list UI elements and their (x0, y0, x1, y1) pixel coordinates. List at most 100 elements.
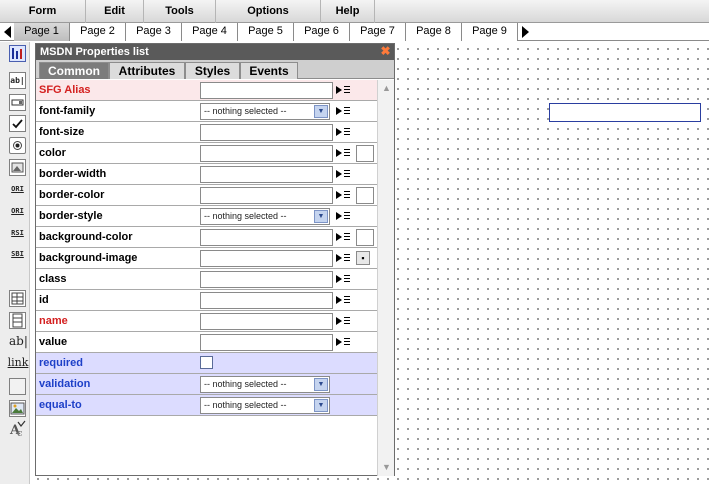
frame-icon[interactable] (9, 378, 26, 395)
menu-edit[interactable]: Edit (86, 0, 144, 23)
menu-options[interactable]: Options (216, 0, 321, 23)
panel-title-bar[interactable]: MSDN Properties list ✖ (36, 44, 394, 60)
label-text-icon[interactable]: ab| (9, 334, 28, 351)
property-rows: SFG Alias font-family -- nothing selected … (36, 80, 378, 416)
ori-field-2-icon[interactable]: ORI (9, 204, 26, 221)
color-swatch[interactable] (356, 145, 374, 162)
chevron-down-icon[interactable]: ▼ (314, 399, 328, 412)
panel-title: MSDN Properties list (40, 46, 149, 58)
property-input[interactable] (200, 166, 333, 183)
form-properties-icon[interactable] (9, 45, 26, 62)
property-input[interactable] (200, 145, 333, 162)
page-prev-arrow-icon[interactable] (0, 23, 14, 41)
image-icon[interactable] (9, 400, 26, 417)
property-input[interactable] (200, 271, 333, 288)
property-input[interactable] (200, 334, 333, 351)
tab-styles[interactable]: Styles (185, 62, 240, 79)
menu-bar: Form Edit Tools Options Help (0, 0, 709, 23)
menu-bar-filler (375, 0, 709, 23)
page-tab-1[interactable]: Page 1 (14, 23, 70, 41)
placed-text-field[interactable] (549, 103, 701, 122)
property-select[interactable]: -- nothing selected -- ▼ (200, 397, 330, 414)
property-row-font-size: font-size (36, 122, 378, 143)
property-row-border-style: border-style -- nothing selected -- ▼ (36, 206, 378, 227)
value-picker-icon[interactable] (336, 230, 351, 244)
property-label: background-color (39, 231, 133, 243)
label-text-icon-label: ab| (9, 334, 28, 348)
value-picker-icon[interactable] (336, 335, 351, 349)
close-icon[interactable]: ✖ (380, 45, 391, 57)
ori-field-1-icon[interactable]: ORI (9, 182, 26, 199)
property-input[interactable] (200, 292, 333, 309)
value-picker-icon[interactable] (336, 146, 351, 160)
property-input[interactable] (200, 250, 333, 267)
page-tab-9[interactable]: Page 9 (462, 23, 518, 41)
chevron-down-icon[interactable]: ▼ (314, 378, 328, 391)
value-picker-icon[interactable] (336, 251, 351, 265)
sbi-label: SBI (11, 250, 24, 258)
value-picker-icon[interactable] (336, 125, 351, 139)
property-row-sfg-alias: SFG Alias (36, 80, 378, 101)
value-picker-icon[interactable] (336, 83, 351, 97)
value-picker-icon[interactable] (336, 314, 351, 328)
scroll-up-icon[interactable]: ▲ (379, 81, 394, 96)
property-row-color: color (36, 143, 378, 164)
text-field-icon[interactable]: ab| (9, 72, 26, 89)
property-input[interactable] (200, 313, 333, 330)
menu-help[interactable]: Help (321, 0, 375, 23)
property-label: required (39, 357, 84, 369)
properties-panel: MSDN Properties list ✖ Common Attributes… (35, 43, 395, 476)
value-picker-icon[interactable] (336, 209, 351, 223)
scroll-down-icon[interactable]: ▼ (379, 460, 394, 475)
panel-scrollbar[interactable]: ▲ ▼ (377, 80, 394, 476)
property-label: background-image (39, 252, 138, 264)
color-swatch[interactable] (356, 187, 374, 204)
table-alt-icon[interactable] (9, 312, 26, 329)
property-input[interactable] (200, 187, 333, 204)
label-image-icon[interactable] (9, 159, 26, 176)
menu-form[interactable]: Form (0, 0, 86, 23)
page-tab-8[interactable]: Page 8 (406, 23, 462, 41)
sbi-icon[interactable]: SBI (9, 247, 26, 264)
property-input[interactable] (200, 82, 333, 99)
property-label: class (39, 273, 67, 285)
property-row-border-width: border-width (36, 164, 378, 185)
property-select[interactable]: -- nothing selected -- ▼ (200, 376, 330, 393)
spell-check-icon[interactable]: Ac (9, 420, 26, 439)
chevron-down-icon[interactable]: ▼ (314, 210, 328, 223)
value-picker-icon[interactable] (336, 272, 351, 286)
radio-icon[interactable] (9, 137, 26, 154)
property-label: id (39, 294, 49, 306)
chevron-down-icon[interactable]: ▼ (314, 105, 328, 118)
tab-attributes[interactable]: Attributes (109, 62, 185, 79)
property-input[interactable] (200, 124, 333, 141)
page-tab-2[interactable]: Page 2 (70, 23, 126, 41)
table-icon[interactable] (9, 290, 26, 307)
rsi-icon[interactable]: RSI (9, 226, 26, 243)
page-tab-4[interactable]: Page 4 (182, 23, 238, 41)
list-box-icon[interactable] (9, 94, 26, 111)
menu-tools[interactable]: Tools (144, 0, 216, 23)
page-tab-6[interactable]: Page 6 (294, 23, 350, 41)
value-picker-icon[interactable] (336, 188, 351, 202)
value-picker-icon[interactable] (336, 104, 351, 118)
link-icon[interactable]: link (7, 355, 29, 372)
value-picker-icon[interactable] (336, 167, 351, 181)
tab-common[interactable]: Common (39, 62, 109, 79)
page-next-arrow-icon[interactable] (518, 23, 532, 41)
property-select[interactable]: -- nothing selected -- ▼ (200, 208, 330, 225)
checkbox-icon[interactable] (9, 115, 26, 132)
color-swatch[interactable] (356, 229, 374, 246)
property-row-validation: validation -- nothing selected -- ▼ (36, 374, 378, 395)
image-browse-icon[interactable]: ▪ (356, 251, 370, 265)
rsi-label: RSI (11, 229, 24, 237)
page-tab-3[interactable]: Page 3 (126, 23, 182, 41)
property-select[interactable]: -- nothing selected -- ▼ (200, 103, 330, 120)
property-input[interactable] (200, 229, 333, 246)
page-tab-5[interactable]: Page 5 (238, 23, 294, 41)
required-checkbox[interactable] (200, 356, 213, 369)
value-picker-icon[interactable] (336, 293, 351, 307)
property-label: border-width (39, 168, 107, 180)
page-tab-7[interactable]: Page 7 (350, 23, 406, 41)
tab-events[interactable]: Events (240, 62, 298, 79)
